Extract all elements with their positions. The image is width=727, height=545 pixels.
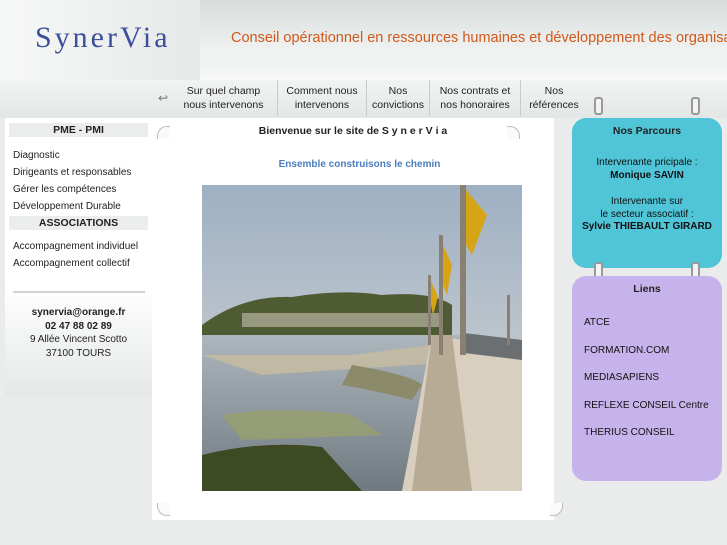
nav-item-convictions[interactable]: Nos convictions (367, 80, 430, 116)
nav-item-contrats[interactable]: Nos contrats et nos honoraires (430, 80, 521, 116)
parcours-line: le secteur associatif : (600, 208, 694, 220)
main-content: Bienvenue sur le site de S y n e r V i a… (152, 118, 563, 520)
contact-address: 9 Allée Vincent Scotto (29, 334, 128, 345)
link-formation[interactable]: FORMATION.COM (572, 337, 722, 365)
nav-item-comment[interactable]: Comment nous intervenons (278, 80, 367, 116)
sidebar-link-dirigeants[interactable]: Dirigeants et responsables (5, 164, 152, 181)
section-title-pme: PME - PMI (9, 123, 148, 137)
parcours-title: Nos Parcours (612, 125, 682, 137)
contact-city: 37100 TOURS (45, 347, 112, 359)
hero-photo (202, 185, 522, 491)
nav-label: Comment nous (286, 85, 358, 97)
nav-item-champ[interactable]: Sur quel champ nous intervenons (170, 80, 278, 116)
parcours-name-1: Monique SAVIN (610, 169, 684, 181)
liens-panel: Liens ATCE FORMATION.COM MEDIASAPIENS RE… (572, 276, 722, 481)
sidebar-link-collectif[interactable]: Accompagnement collectif (5, 255, 152, 272)
parcours-panel: Nos Parcours Intervenante pricipale : Mo… (572, 118, 722, 268)
nav-label: nos honoraires (440, 99, 510, 111)
nav-item-references[interactable]: Nos références (521, 80, 587, 116)
nav-label: Sur quel champ (186, 85, 261, 97)
divider (13, 291, 145, 293)
sidebar-link-individuel[interactable]: Accompagnement individuel (5, 238, 152, 255)
liens-title: Liens (633, 283, 661, 295)
left-sidebar: PME - PMI Diagnostic Dirigeants et respo… (5, 118, 152, 395)
parcours-line: Intervenante pricipale : (596, 157, 698, 168)
corner-decor (550, 503, 563, 516)
header: SynerVia Conseil opérationnel en ressour… (0, 0, 727, 80)
nav-label: références (529, 99, 579, 111)
welcome-heading: Bienvenue sur le site de S y n e r V i a (258, 125, 448, 137)
link-atce[interactable]: ATCE (572, 309, 722, 337)
nav-label: Nos contrats et (439, 85, 511, 97)
link-mediasapiens[interactable]: MEDIASAPIENS (572, 364, 722, 392)
sidebar-link-diagnostic[interactable]: Diagnostic (5, 147, 152, 164)
sidebar-link-developpement[interactable]: Développement Durable (5, 198, 152, 215)
ring-decor (594, 97, 603, 115)
nav-label: Nos (544, 85, 564, 97)
nav-label: intervenons (294, 99, 350, 111)
contact-block: synervia@orange.fr 02 47 88 02 89 9 Allé… (5, 306, 152, 360)
slogan: Ensemble construisons le chemin (278, 159, 441, 170)
contact-phone: 02 47 88 02 89 (45, 320, 112, 332)
ring-decor (691, 97, 700, 115)
site-logo[interactable]: SynerVia (35, 21, 171, 55)
nav-arrow-icon: ↩ (158, 91, 169, 105)
section-title-associations: ASSOCIATIONS (9, 216, 148, 230)
site-tagline: Conseil opérationnel en ressources humai… (231, 30, 727, 46)
corner-decor (157, 503, 170, 516)
nav-label: convictions (372, 99, 424, 111)
nav-label: Nos (388, 85, 408, 97)
link-therius-conseil[interactable]: THERIUS CONSEIL (572, 419, 722, 447)
nav-label: nous intervenons (183, 99, 264, 111)
parcours-line: Intervenante sur (610, 196, 684, 207)
main-nav: Sur quel champ nous intervenons Comment n… (170, 80, 587, 116)
link-reflexe-conseil[interactable]: REFLEXE CONSEIL Centre (572, 392, 722, 420)
parcours-name-2: Sylvie THIEBAULT GIRARD (582, 221, 712, 232)
contact-email[interactable]: synervia@orange.fr (5, 306, 152, 320)
sidebar-link-competences[interactable]: Gérer les compétences (5, 181, 152, 198)
